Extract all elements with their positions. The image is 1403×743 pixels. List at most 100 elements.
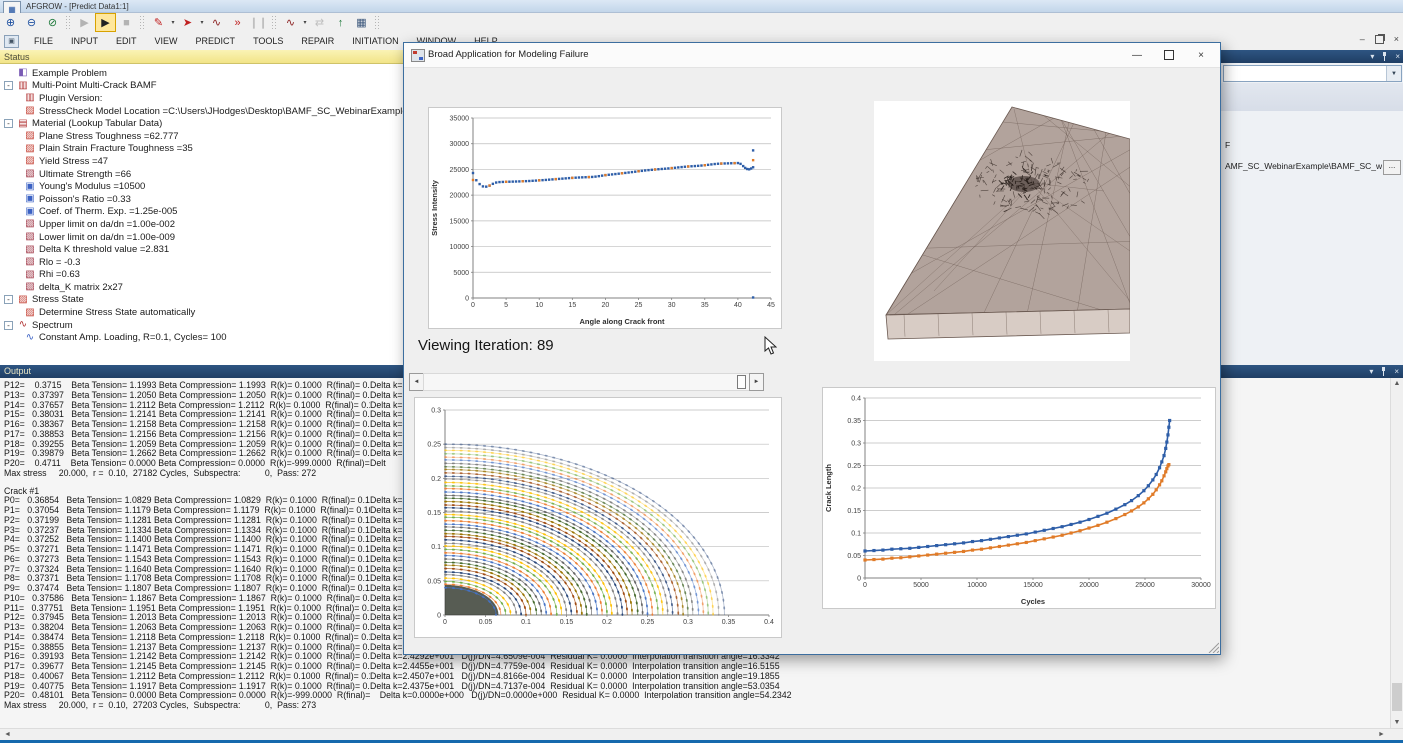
- sc-icon: ▨: [24, 308, 36, 318]
- menu-item-input[interactable]: INPUT: [62, 34, 107, 48]
- dialog-titlebar[interactable]: Broad Application for Modeling Failure —…: [404, 43, 1220, 68]
- menu-item-repair[interactable]: REPAIR: [292, 34, 343, 48]
- sc-icon: ▨: [24, 156, 36, 166]
- tree-item[interactable]: ▨Plane Stress Toughness =62.777: [0, 130, 403, 143]
- tree-item[interactable]: -∿Spectrum: [0, 319, 403, 332]
- right-panel-combobox[interactable]: ▼: [1223, 65, 1402, 82]
- spectrum-view-icon[interactable]: ∿: [206, 13, 227, 32]
- tree-item[interactable]: ▥Plugin Version:: [0, 92, 403, 105]
- tree-item[interactable]: ▨StressCheck Model Location =C:\Users\JH…: [0, 105, 403, 118]
- dock-pin-icon[interactable]: [1381, 52, 1388, 61]
- dialog-maximize-button[interactable]: [1154, 43, 1184, 67]
- dialog-minimize-button[interactable]: —: [1122, 43, 1152, 67]
- tree-item[interactable]: ▧Rhi =0.63: [0, 269, 403, 282]
- menu-item-edit[interactable]: EDIT: [107, 34, 146, 48]
- menu-item-file[interactable]: FILE: [25, 34, 62, 48]
- tree-item[interactable]: -▤Material (Lookup Tabular Data): [0, 117, 403, 130]
- svg-text:0.3: 0.3: [851, 441, 861, 448]
- upload-icon[interactable]: ↑: [330, 13, 351, 32]
- problem-icon: ◧: [17, 68, 29, 78]
- svg-text:0.25: 0.25: [427, 442, 441, 449]
- iteration-slider-left-arrow[interactable]: ◄: [409, 373, 424, 391]
- svg-text:0.2: 0.2: [431, 476, 441, 483]
- tree-item[interactable]: ▨Determine Stress State automatically: [0, 306, 403, 319]
- tree-item[interactable]: -▨Stress State: [0, 294, 403, 307]
- run-predict-icon[interactable]: ▶: [95, 13, 116, 32]
- svg-text:0: 0: [857, 576, 861, 583]
- link-icon[interactable]: ⇄: [309, 13, 330, 32]
- tree-item[interactable]: -▥Multi-Point Multi-Crack BAMF: [0, 80, 403, 93]
- tree-item[interactable]: ▧Delta K threshold value =2.831: [0, 243, 403, 256]
- tree-expander-icon[interactable]: -: [4, 295, 13, 304]
- right-panel-header[interactable]: ▾ ×: [1221, 50, 1403, 63]
- menu-item-initiation[interactable]: INITIATION: [343, 34, 407, 48]
- marker-icon[interactable]: ➤: [177, 13, 198, 32]
- plugin-icon: ▥: [24, 93, 36, 103]
- window-restore-button[interactable]: [1375, 35, 1384, 44]
- window-close-button[interactable]: ×: [1394, 34, 1399, 44]
- dock-pin-icon[interactable]: [1380, 367, 1387, 376]
- tree-item[interactable]: ▧delta_K matrix 2x27: [0, 281, 403, 294]
- tree-item[interactable]: ∿Constant Amp. Loading, R=0.1, Cycles= 1…: [0, 331, 403, 344]
- tree-item[interactable]: ▨Yield Stress =47: [0, 155, 403, 168]
- zoom-in-icon[interactable]: ⊕: [0, 13, 21, 32]
- window-minimize-button[interactable]: –: [1360, 34, 1365, 44]
- dialog-resize-grip[interactable]: [1206, 640, 1219, 653]
- tree-expander-icon[interactable]: -: [4, 81, 13, 90]
- tree-expander-icon[interactable]: -: [4, 119, 13, 128]
- svg-text:15000: 15000: [450, 218, 470, 225]
- spectrum-manager-dropdown-icon[interactable]: ▾: [301, 19, 309, 26]
- beta-editor-dropdown-icon[interactable]: ▾: [169, 19, 177, 26]
- dialog-close-button[interactable]: ×: [1186, 43, 1216, 67]
- tree-expander-icon[interactable]: -: [4, 321, 13, 330]
- dock-close-icon[interactable]: ×: [1394, 365, 1399, 378]
- tree-item-label: StressCheck Model Location =C:\Users\JHo…: [39, 106, 403, 117]
- status-panel-header[interactable]: Status: [0, 50, 403, 64]
- iteration-slider-thumb[interactable]: [737, 375, 746, 389]
- tree-item-label: Plugin Version:: [39, 93, 102, 104]
- svg-text:25: 25: [635, 302, 643, 309]
- tree-item[interactable]: ▣Young's Modulus =10500: [0, 180, 403, 193]
- menu-item-predict[interactable]: PREDICT: [187, 34, 245, 48]
- iteration-slider-right-arrow[interactable]: ►: [749, 373, 764, 391]
- scroll-down-icon[interactable]: ▼: [1391, 717, 1403, 728]
- ztab-icon: ▧: [24, 282, 36, 292]
- svg-text:0.15: 0.15: [427, 510, 441, 517]
- stop-icon[interactable]: ■: [116, 13, 137, 32]
- tree-item[interactable]: ▣Poisson's Ratio =0.33: [0, 193, 403, 206]
- menu-item-tools[interactable]: TOOLS: [244, 34, 292, 48]
- scroll-up-icon[interactable]: ▲: [1391, 378, 1403, 389]
- iteration-slider-track[interactable]: [423, 373, 750, 391]
- dock-dropdown-icon[interactable]: ▾: [1370, 50, 1374, 63]
- output-row-left: P4= 0.37252 Beta Tension= 1.1400 Beta Co…: [4, 535, 370, 545]
- tree-item[interactable]: ▧Rlo = -0.3: [0, 256, 403, 269]
- tree-item-label: Upper limit on da/dn =1.00e-002: [39, 219, 175, 230]
- window-controls: – ×: [1360, 34, 1399, 44]
- pause-icon[interactable]: ❙❙: [248, 13, 269, 32]
- tree-item[interactable]: ▨Plain Strain Fracture Toughness =35: [0, 143, 403, 156]
- output-row-left: P5= 0.37271 Beta Tension= 1.1471 Beta Co…: [4, 545, 370, 555]
- zoom-out-icon[interactable]: ⊖: [21, 13, 42, 32]
- step-icon[interactable]: ▶: [74, 13, 95, 32]
- mouse-cursor: [764, 336, 777, 355]
- scroll-left-icon[interactable]: ◄: [2, 729, 13, 740]
- transfer-icon[interactable]: »: [227, 13, 248, 32]
- scroll-right-icon[interactable]: ►: [1376, 729, 1387, 740]
- table-view-icon[interactable]: ▦: [351, 13, 372, 32]
- browse-button[interactable]: ...: [1383, 160, 1401, 175]
- scrollbar-thumb[interactable]: [1392, 683, 1402, 711]
- spectrum-manager-icon[interactable]: ∿: [280, 13, 301, 32]
- tree-item[interactable]: ▧Lower limit on da/dn =1.00e-009: [0, 231, 403, 244]
- marker-dropdown-icon[interactable]: ▾: [198, 19, 206, 26]
- tree-item[interactable]: ▧Upper limit on da/dn =1.00e-002: [0, 218, 403, 231]
- menu-item-view[interactable]: VIEW: [146, 34, 187, 48]
- dock-dropdown-icon[interactable]: ▾: [1369, 365, 1373, 378]
- tree-item[interactable]: ▧Ultimate Strength =66: [0, 168, 403, 181]
- output-vertical-scrollbar[interactable]: ▲ ▼: [1390, 378, 1403, 728]
- chevron-down-icon[interactable]: ▼: [1386, 66, 1401, 81]
- tree-item[interactable]: ▣Coef. of Therm. Exp. =1.25e-005: [0, 206, 403, 219]
- tree-item[interactable]: ◧Example Problem: [0, 67, 403, 80]
- zoom-dynamic-icon[interactable]: ⊘: [42, 13, 63, 32]
- dock-close-icon[interactable]: ×: [1395, 50, 1400, 63]
- beta-editor-icon[interactable]: ✎: [148, 13, 169, 32]
